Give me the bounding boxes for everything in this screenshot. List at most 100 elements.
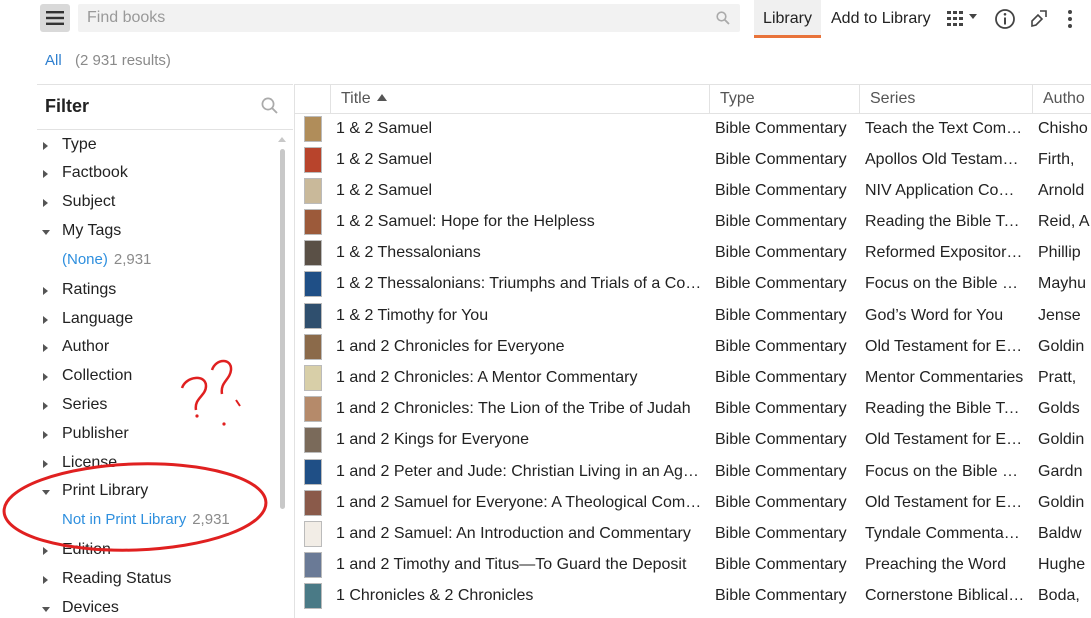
cell-type: Bible Commentary <box>715 275 847 292</box>
cell-series: Mentor Commentaries <box>865 369 1024 386</box>
more-options-icon[interactable] <box>1064 8 1076 30</box>
table-row[interactable]: 1 & 2 Samuel: Hope for the Helpless Bible… <box>295 207 1091 238</box>
cell-title: 1 & 2 Samuel <box>336 151 433 168</box>
expand-arrow-icon <box>43 460 48 468</box>
book-cover-thumbnail <box>304 303 322 329</box>
filter-item-label: Print Library <box>62 482 149 499</box>
filter-item-print-library[interactable]: Print Library <box>37 480 277 504</box>
cell-series: Reading the Bible To… <box>865 213 1025 230</box>
cell-author: Phillip <box>1038 244 1081 261</box>
table-row[interactable]: 1 and 2 Chronicles for Everyone Bible Com… <box>295 332 1091 363</box>
book-cover-thumbnail <box>304 116 322 142</box>
cell-author: Mayhu <box>1038 275 1087 292</box>
search-input[interactable] <box>78 4 708 32</box>
book-cover-thumbnail <box>304 271 322 297</box>
filter-item-my-tags[interactable]: My Tags <box>37 220 277 244</box>
filter-scrollbar[interactable] <box>280 149 285 509</box>
column-header-title[interactable]: Title <box>330 85 710 114</box>
book-cover-thumbnail <box>304 552 322 578</box>
scroll-up-arrow[interactable] <box>278 137 286 142</box>
book-cover-thumbnail <box>304 209 322 235</box>
table-row[interactable]: 1 and 2 Peter and Jude: Christian Living… <box>295 457 1091 488</box>
tab-library[interactable]: Library <box>754 0 821 38</box>
filter-item-edition[interactable]: Edition <box>37 539 277 563</box>
table-row[interactable]: 1 & 2 Thessalonians: Triumphs and Trials… <box>295 269 1091 300</box>
filter-item-factbook[interactable]: Factbook <box>37 162 277 186</box>
cell-author: Arnold <box>1038 182 1085 199</box>
expand-arrow-icon <box>43 344 48 352</box>
cell-title: 1 and 2 Peter and Jude: Christian Living… <box>336 463 706 480</box>
cell-type: Bible Commentary <box>715 525 847 542</box>
table-row[interactable]: 1 and 2 Chronicles: The Lion of the Trib… <box>295 394 1091 425</box>
cell-series: Focus on the Bible C… <box>865 275 1025 292</box>
filter-title: Filter <box>45 96 90 116</box>
filter-item-label: Reading Status <box>62 570 172 587</box>
table-row[interactable]: 1 & 2 Samuel Bible Commentary NIV Applicat… <box>295 176 1091 207</box>
results-count: (2 931 results) <box>75 52 171 69</box>
all-filter-link[interactable]: All <box>45 52 62 69</box>
filter-item-reading-status[interactable]: Reading Status <box>37 568 277 592</box>
cell-series: Cornerstone Biblical … <box>865 587 1025 604</box>
filter-item-language[interactable]: Language <box>37 308 277 332</box>
info-icon[interactable] <box>994 8 1016 30</box>
filter-item-series[interactable]: Series <box>37 394 277 418</box>
table-row[interactable]: 1 & 2 Samuel Bible Commentary Apollos Old … <box>295 145 1091 176</box>
cell-author: Goldin <box>1038 431 1085 448</box>
hamburger-menu-button[interactable] <box>40 4 70 32</box>
table-row[interactable]: 1 and 2 Samuel: An Introduction and Comm… <box>295 519 1091 550</box>
cell-author: Hughe <box>1038 556 1086 573</box>
cell-title: 1 and 2 Samuel for Everyone: A Theologic… <box>336 494 706 511</box>
cell-series: Old Testament for Ev… <box>865 494 1025 511</box>
filter-subitem-none-tag[interactable]: (None) 2,931 <box>62 251 151 268</box>
filter-subitem-value: (None) <box>62 251 108 268</box>
table-row[interactable]: 1 and 2 Chronicles: A Mentor Commentary B… <box>295 363 1091 394</box>
cell-type: Bible Commentary <box>715 213 847 230</box>
column-header-series[interactable]: Series <box>859 85 1032 114</box>
table-row[interactable]: 1 & 2 Timothy for You Bible Commentary God… <box>295 301 1091 332</box>
expand-arrow-icon <box>43 431 48 439</box>
cell-author: Goldin <box>1038 338 1085 355</box>
table-row[interactable]: 1 Chronicles & 2 Chronicles Bible Comment… <box>295 581 1091 612</box>
column-header-author[interactable]: Autho <box>1032 85 1091 114</box>
cell-author: Pratt, <box>1038 369 1077 386</box>
cell-author: Firth, <box>1038 151 1075 168</box>
book-table: Title Type Series Autho 1 & 2 Samuel Bibl… <box>294 84 1091 618</box>
filter-item-label: Subject <box>62 193 116 210</box>
cell-type: Bible Commentary <box>715 338 847 355</box>
cell-title: 1 and 2 Chronicles for Everyone <box>336 338 565 355</box>
filter-item-type[interactable]: Type <box>37 134 277 158</box>
cell-title: 1 & 2 Thessalonians <box>336 244 481 261</box>
filter-item-ratings[interactable]: Ratings <box>37 279 277 303</box>
table-row[interactable]: 1 and 2 Kings for Everyone Bible Commenta… <box>295 425 1091 456</box>
tab-add-to-library[interactable]: Add to Library <box>831 0 931 38</box>
table-row[interactable]: 1 and 2 Samuel for Everyone: A Theologic… <box>295 488 1091 519</box>
view-grid-icon[interactable] <box>946 8 978 30</box>
filter-item-license[interactable]: License <box>37 452 277 476</box>
table-row[interactable]: 1 & 2 Thessalonians Bible Commentary Refor… <box>295 238 1091 269</box>
filter-item-subject[interactable]: Subject <box>37 191 277 215</box>
cell-series: Tyndale Commentaries <box>865 525 1025 542</box>
cell-series: Old Testament for Ev… <box>865 338 1025 355</box>
filter-item-collection[interactable]: Collection <box>37 365 277 389</box>
expand-arrow-icon <box>43 373 48 381</box>
filter-divider <box>37 129 293 130</box>
cell-title: 1 and 2 Chronicles: The Lion of the Trib… <box>336 400 691 417</box>
table-row[interactable]: 1 and 2 Timothy and Titus—To Guard the D… <box>295 550 1091 581</box>
cell-series: Reformed Expository… <box>865 244 1025 261</box>
table-row[interactable]: 1 & 2 Samuel Bible Commentary Teach the Te… <box>295 114 1091 145</box>
search-icon[interactable] <box>716 11 730 25</box>
column-header-type[interactable]: Type <box>709 85 859 114</box>
filter-item-author[interactable]: Author <box>37 336 277 360</box>
filter-search-icon[interactable] <box>261 97 278 114</box>
filter-subitem-value: Not in Print Library <box>62 511 187 528</box>
panel-options-icon[interactable] <box>1029 8 1049 28</box>
filter-subitem-not-in-print-library[interactable]: Not in Print Library 2,931 <box>62 511 230 528</box>
filter-item-devices[interactable]: Devices <box>37 597 277 618</box>
book-cover-thumbnail <box>304 240 322 266</box>
filter-item-publisher[interactable]: Publisher <box>37 423 277 447</box>
cell-title: 1 Chronicles & 2 Chronicles <box>336 587 534 604</box>
filter-item-label: Collection <box>62 367 133 384</box>
cell-author: Gardn <box>1038 463 1083 480</box>
cell-series: Reading the Bible To… <box>865 400 1025 417</box>
column-header-label: Title <box>341 90 371 107</box>
